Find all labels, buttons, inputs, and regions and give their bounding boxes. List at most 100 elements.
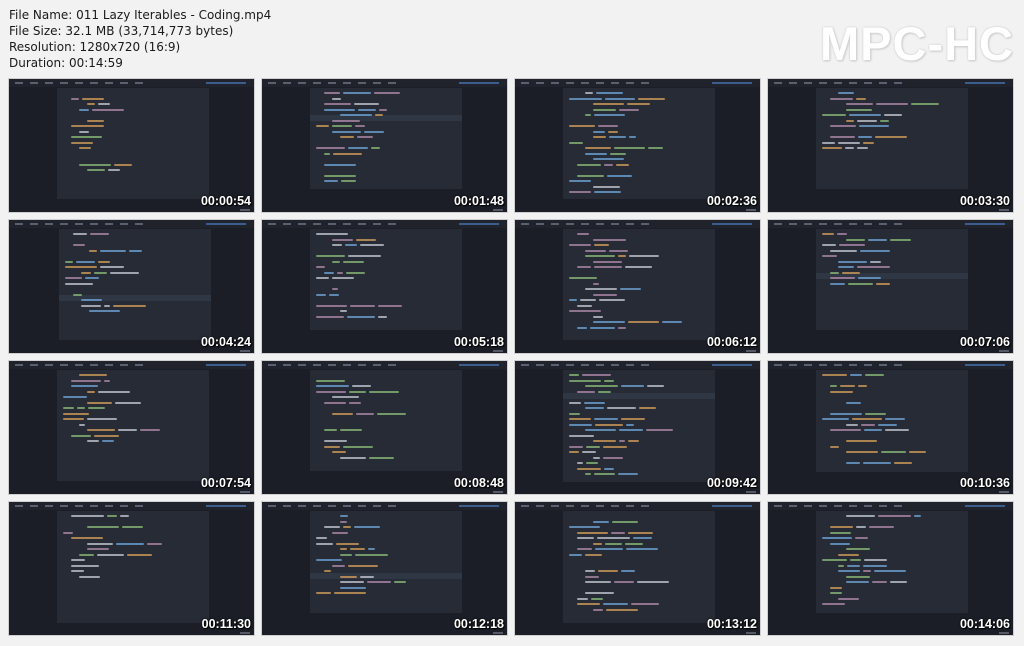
video-thumbnail[interactable]: 00:12:18 bbox=[262, 502, 507, 635]
code-token bbox=[349, 401, 361, 404]
status-indicator bbox=[240, 632, 250, 634]
video-thumbnail[interactable]: 00:04:24 bbox=[9, 220, 254, 353]
window-controls bbox=[459, 82, 499, 84]
code-token bbox=[598, 125, 618, 127]
menu-item bbox=[45, 223, 53, 225]
code-token bbox=[65, 277, 82, 279]
video-thumbnail[interactable]: 00:03:30 bbox=[768, 79, 1013, 212]
code-token bbox=[377, 412, 406, 415]
editor-menubar bbox=[768, 79, 1013, 87]
code-token bbox=[324, 103, 351, 105]
code-token bbox=[830, 271, 839, 274]
code-token bbox=[838, 597, 859, 600]
menu-item bbox=[298, 223, 306, 225]
code-token bbox=[324, 108, 355, 111]
video-thumbnail[interactable]: 00:07:54 bbox=[9, 361, 254, 494]
menu-item bbox=[894, 223, 902, 225]
code-token bbox=[569, 97, 602, 100]
menu-item bbox=[864, 223, 872, 225]
code-token bbox=[87, 429, 115, 431]
code-token bbox=[89, 310, 120, 312]
timestamp: 00:06:12 bbox=[706, 335, 757, 349]
video-thumbnail[interactable]: 00:06:12 bbox=[515, 220, 760, 353]
code-token bbox=[63, 531, 73, 534]
code-token bbox=[340, 114, 372, 116]
menu-item bbox=[60, 223, 68, 225]
code-token bbox=[316, 537, 327, 539]
video-thumbnail[interactable]: 00:00:54 bbox=[9, 79, 254, 212]
video-thumbnail[interactable]: 00:05:18 bbox=[262, 220, 507, 353]
video-thumbnail[interactable]: 00:11:30 bbox=[9, 502, 254, 635]
menu-item bbox=[268, 364, 276, 366]
code-token bbox=[100, 249, 126, 252]
code-token bbox=[79, 130, 89, 133]
code-token bbox=[77, 407, 85, 409]
video-thumbnail[interactable]: 00:10:36 bbox=[768, 361, 1013, 494]
video-thumbnail[interactable]: 00:02:36 bbox=[515, 79, 760, 212]
editor-menubar bbox=[262, 79, 507, 87]
code-token bbox=[369, 390, 399, 393]
menu-item bbox=[834, 223, 842, 225]
menu-item bbox=[819, 82, 827, 84]
code-token bbox=[316, 559, 342, 561]
timestamp: 00:03:30 bbox=[959, 194, 1010, 208]
code-token bbox=[595, 548, 623, 550]
menu-item bbox=[551, 364, 559, 366]
menu-item bbox=[15, 223, 23, 225]
code-token bbox=[858, 136, 872, 138]
code-token bbox=[333, 152, 362, 155]
video-thumbnail[interactable]: 00:07:06 bbox=[768, 220, 1013, 353]
timestamp: 00:10:36 bbox=[959, 476, 1010, 490]
video-thumbnail[interactable]: 00:01:48 bbox=[262, 79, 507, 212]
code-token bbox=[340, 581, 364, 583]
code-token bbox=[340, 456, 366, 459]
code-editor-pane bbox=[563, 88, 715, 199]
code-token bbox=[65, 266, 97, 268]
code-token bbox=[598, 390, 611, 393]
code-editor-pane bbox=[310, 88, 462, 189]
code-token bbox=[869, 526, 894, 528]
video-thumbnail[interactable]: 00:09:42 bbox=[515, 361, 760, 494]
thumbnail-grid: 00:00:54 00:01:48 00:02:36 00:03:30 00:0… bbox=[9, 79, 1015, 635]
code-token bbox=[81, 299, 102, 301]
code-token bbox=[852, 418, 882, 420]
code-token bbox=[324, 92, 340, 94]
code-token bbox=[593, 130, 605, 133]
code-token bbox=[830, 445, 839, 448]
video-thumbnail[interactable]: 00:14:06 bbox=[768, 502, 1013, 635]
menu-item bbox=[894, 364, 902, 366]
code-token bbox=[837, 233, 847, 235]
status-indicator bbox=[493, 632, 503, 634]
code-token bbox=[846, 108, 872, 111]
code-token bbox=[846, 440, 877, 442]
video-thumbnail[interactable]: 00:13:12 bbox=[515, 502, 760, 635]
code-token bbox=[332, 238, 353, 241]
code-token bbox=[593, 315, 603, 318]
code-token bbox=[100, 266, 124, 268]
code-token bbox=[324, 440, 347, 442]
code-token bbox=[597, 537, 630, 539]
code-token bbox=[593, 520, 609, 523]
menu-item bbox=[551, 505, 559, 507]
code-token bbox=[114, 163, 132, 166]
code-token bbox=[599, 299, 625, 301]
code-token bbox=[628, 440, 639, 442]
code-token bbox=[618, 473, 638, 475]
code-token bbox=[92, 108, 124, 111]
code-token bbox=[585, 288, 617, 290]
code-token bbox=[569, 379, 601, 382]
code-token bbox=[627, 103, 650, 105]
code-token bbox=[364, 130, 384, 133]
code-token bbox=[350, 548, 365, 550]
status-indicator bbox=[240, 491, 250, 493]
code-token bbox=[569, 180, 591, 182]
code-token bbox=[822, 233, 834, 235]
menu-item bbox=[283, 505, 291, 507]
code-token bbox=[316, 390, 346, 393]
code-token bbox=[885, 418, 905, 420]
window-controls bbox=[965, 364, 1005, 366]
video-thumbnail[interactable]: 00:08:48 bbox=[262, 361, 507, 494]
code-token bbox=[619, 429, 643, 431]
code-editor-pane bbox=[310, 229, 462, 330]
menu-item bbox=[283, 223, 291, 225]
